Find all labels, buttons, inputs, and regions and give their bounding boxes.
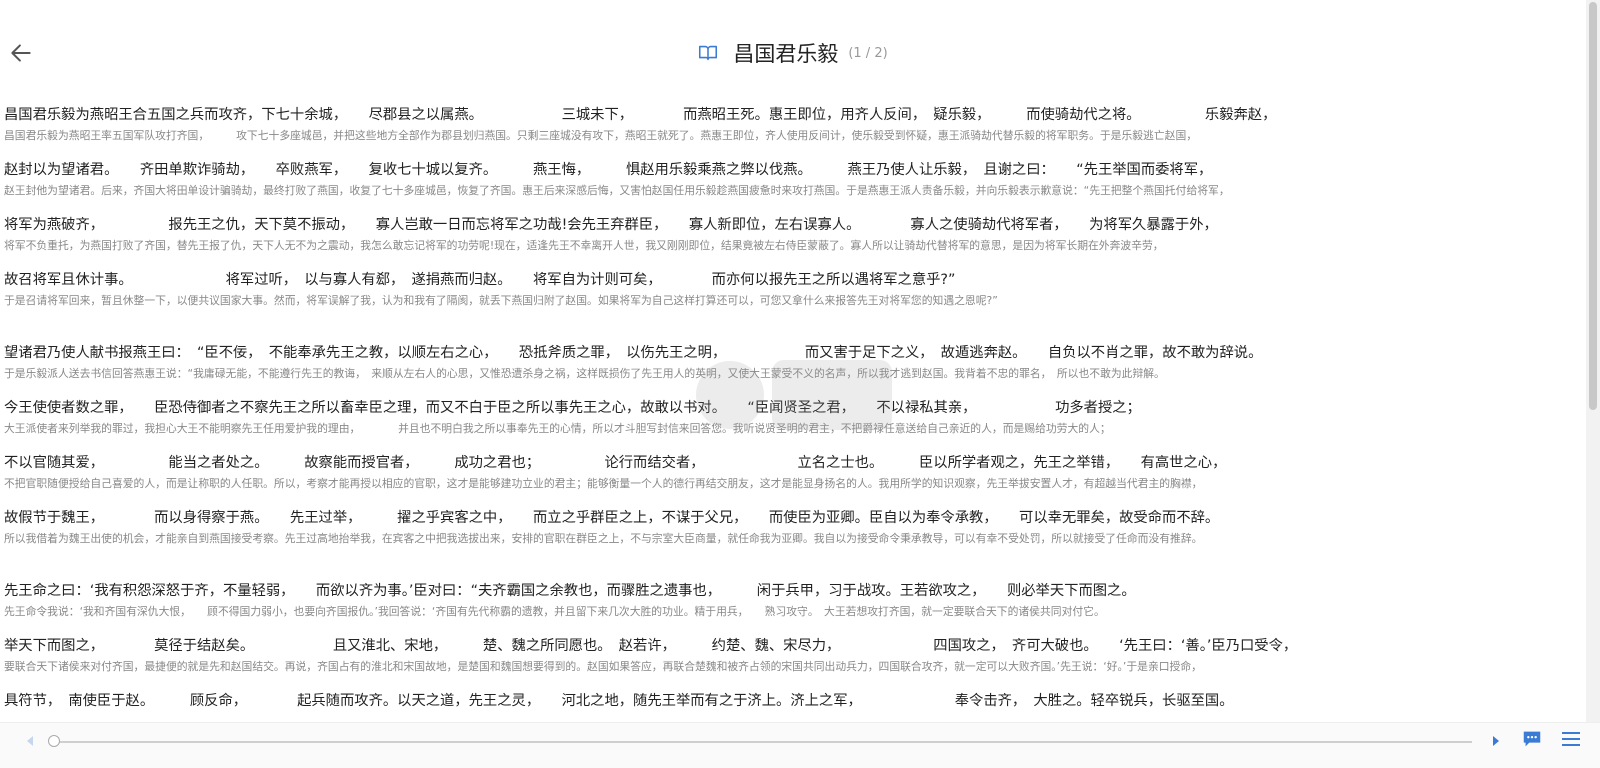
page-indicator: (1 / 2) [848, 45, 888, 61]
text-line: 望诸君乃使人献书报燕王曰： “臣不佞， 不能奉承先王之教，以顺左右之心， 恐抵斧… [4, 342, 1582, 397]
original-text: 先王命之曰：‘我有积怨深怒于齐，不量轻弱， 而欲以齐为事。’臣对曰：“夫齐霸国之… [4, 583, 1136, 599]
text-line: 举天下而图之， 莫径于结赵矣。 且又淮北、宋地， 楚、魏之所同愿也。 赵若许， … [4, 635, 1582, 690]
translation-text: 不把官职随便授给自己喜爱的人，而是让称职的人任职。所以，考察才能再授以相应的官职… [4, 477, 1203, 490]
progress-slider[interactable] [54, 741, 1472, 743]
translation-text: 将军不负重托，为燕国打败了齐国，替先王报了仇，天下人无不为之震动，我怎么敢忘记将… [4, 239, 1164, 252]
paragraph: 昌国君乐毅为燕昭王合五国之兵而攻齐，下七十余城， 尽郡县之以属燕。 三城未下， … [4, 104, 1582, 324]
triangle-right-icon [1493, 736, 1499, 746]
original-text: 故召将军且休计事。 将军过听， 以与寡人有郄， 遂捐燕而归赵。 将军自为计则可矣… [4, 272, 956, 288]
original-text: 赵封以为望诸君。 齐田单欺诈骑劫， 卒败燕军， 复收七十城以复齐。 燕王悔， 惧… [4, 162, 1213, 178]
vertical-scrollbar[interactable] [1586, 0, 1600, 722]
page-title: 昌国君乐毅 [733, 42, 839, 66]
triangle-left-icon [27, 736, 33, 746]
book-icon [699, 45, 718, 61]
translation-text: 昌国君乐毅为燕昭王率五国军队攻打齐国， 攻下七十多座城邑，并把这些地方全部作为郡… [4, 129, 1198, 142]
comment-button[interactable] [1521, 728, 1543, 750]
top-bar: 昌国君乐毅 (1 / 2) [0, 0, 1585, 100]
text-line: 将军为燕破齐， 报先王之仇，天下莫不振动， 寡人岂敢一日而忘将军之功哉!会先王弃… [4, 214, 1582, 269]
progress-slider-handle[interactable] [48, 735, 60, 747]
paragraph: 先王命之曰：‘我有积怨深怒于齐，不量轻弱， 而欲以齐为事。’臣对曰：“夫齐霸国之… [4, 580, 1582, 716]
original-text: 将军为燕破齐， 报先王之仇，天下莫不振动， 寡人岂敢一日而忘将军之功哉!会先王弃… [4, 217, 1218, 233]
reading-content: 昌国君乐毅为燕昭王合五国之兵而攻齐，下七十余城， 尽郡县之以属燕。 三城未下， … [4, 104, 1582, 716]
next-page-button[interactable] [1488, 733, 1504, 749]
translation-text: 先王命令我说：‘我和齐国有深仇大恨， 顾不得国力弱小，也要向齐国报仇。’我回答说… [4, 605, 1105, 618]
original-text: 具符节， 南使臣于赵。 顾反命， 起兵随而攻齐。以天之道，先王之灵， 河北之地，… [4, 693, 1234, 709]
original-text: 昌国君乐毅为燕昭王合五国之兵而攻齐，下七十余城， 尽郡县之以属燕。 三城未下， … [4, 107, 1277, 123]
scrollbar-thumb[interactable] [1589, 2, 1597, 410]
translation-text: 要联合天下诸侯来对付齐国，最捷便的就是先和赵国结交。再说，齐国占有的淮北和宋国故… [4, 660, 1202, 673]
text-line: 故召将军且休计事。 将军过听， 以与寡人有郄， 遂捐燕而归赵。 将军自为计则可矣… [4, 269, 1582, 324]
original-text: 不以官随其爱， 能当之者处之。 故察能而授官者， 成功之君也； 论行而结交者， … [4, 455, 1227, 471]
translation-text: 于是乐毅派人送去书信回答燕惠王说：“我庸碌无能，不能遵行先王的教诲， 来顺从左右… [4, 367, 1165, 380]
bottom-bar [0, 722, 1600, 768]
title-area: 昌国君乐毅 (1 / 2) [0, 38, 1585, 68]
translation-text: 赵王封他为望诸君。后来，齐国大将田单设计骗骑劫，最终打败了燕国，收复了七十多座城… [4, 184, 1230, 197]
prev-page-button[interactable] [22, 733, 38, 749]
text-line: 故假节于魏王， 而以身得察于燕。 先王过举， 擢之乎宾客之中， 而立之乎群臣之上… [4, 507, 1582, 562]
text-line: 先王命之曰：‘我有积怨深怒于齐，不量轻弱， 而欲以齐为事。’臣对曰：“夫齐霸国之… [4, 580, 1582, 635]
original-text: 望诸君乃使人献书报燕王曰： “臣不佞， 不能奉承先王之教，以顺左右之心， 恐抵斧… [4, 345, 1263, 361]
translation-text: 于是召请将军回来，暂且休整一下，以便共议国家大事。然而，将军误解了我，认为和我有… [4, 294, 998, 307]
text-line: 今王使使者数之罪， 臣恐侍御者之不察先王之所以畜幸臣之理，而又不白于臣之所以事先… [4, 397, 1582, 452]
original-text: 今王使使者数之罪， 臣恐侍御者之不察先王之所以畜幸臣之理，而又不白于臣之所以事先… [4, 400, 1141, 416]
text-line: 不以官随其爱， 能当之者处之。 故察能而授官者， 成功之君也； 论行而结交者， … [4, 452, 1582, 507]
translation-text: 大王派使者来列举我的罪过，我担心大王不能明察先王任用爱护我的理由， 并且也不明白… [4, 422, 1111, 435]
translation-text [4, 714, 1582, 716]
original-text: 举天下而图之， 莫径于结赵矣。 且又淮北、宋地， 楚、魏之所同愿也。 赵若许， … [4, 638, 1298, 654]
translation-text: 所以我借着为魏王出使的机会，才能亲自到燕国接受考察。先王过高地抬举我，在宾客之中… [4, 532, 1203, 545]
original-text: 故假节于魏王， 而以身得察于燕。 先王过举， 擢之乎宾客之中， 而立之乎群臣之上… [4, 510, 1220, 526]
text-line: 具符节， 南使臣于赵。 顾反命， 起兵随而攻齐。以天之道，先王之灵， 河北之地，… [4, 690, 1582, 716]
text-line: 昌国君乐毅为燕昭王合五国之兵而攻齐，下七十余城， 尽郡县之以属燕。 三城未下， … [4, 104, 1582, 159]
comment-icon [1523, 731, 1541, 747]
menu-icon [1562, 732, 1580, 746]
paragraph: 望诸君乃使人献书报燕王曰： “臣不佞， 不能奉承先王之教，以顺左右之心， 恐抵斧… [4, 342, 1582, 562]
text-line: 赵封以为望诸君。 齐田单欺诈骑劫， 卒败燕军， 复收七十城以复齐。 燕王悔， 惧… [4, 159, 1582, 214]
menu-button[interactable] [1560, 729, 1582, 749]
